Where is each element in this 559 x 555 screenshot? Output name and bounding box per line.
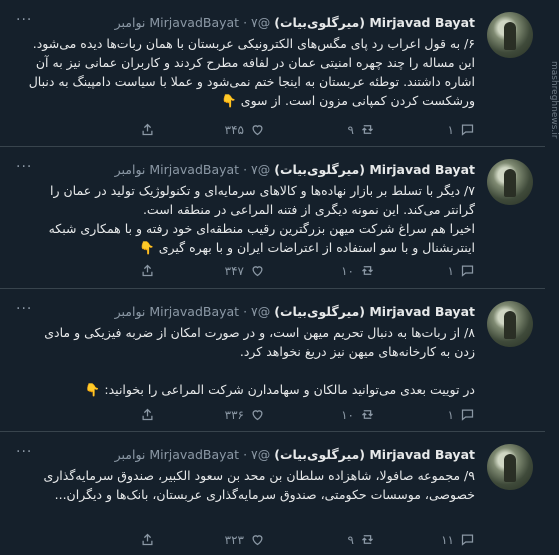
tweet-header: Mirjavad Bayat (میرگلوی‌بیات) @MirjavadB… [115,161,475,179]
display-name[interactable]: Mirjavad Bayat (میرگلوی‌بیات) [274,15,475,30]
tweet-text: ۷/ دیگر با تسلط بر بازار نهاده‌ها و کالا… [48,183,475,255]
share-icon [142,264,153,277]
share-button[interactable] [140,407,155,422]
share-icon [142,408,153,421]
tweet-header: Mirjavad Bayat (میرگلوی‌بیات) @MirjavadB… [115,303,475,321]
retweet-icon [362,535,373,544]
retweet-icon [362,266,373,275]
tweet-actions: ۱ ۱۰ ۳۴۷ [55,263,475,281]
share-button[interactable] [140,263,155,278]
more-icon[interactable]: ··· [16,301,32,317]
display-name[interactable]: Mirjavad Bayat (میرگلوی‌بیات) [274,162,475,177]
reply-icon [461,265,474,277]
tweet-feed: Mirjavad Bayat (میرگلوی‌بیات) @MirjavadB… [0,0,545,555]
avatar[interactable] [487,301,533,347]
like-button[interactable]: ۳۳۶ [225,407,265,422]
reply-icon [461,124,474,136]
like-count: ۳۴۵ [224,122,244,137]
retweet-icon [362,410,373,419]
like-count: ۳۳۶ [224,407,244,422]
reply-button[interactable]: ۱ [448,263,475,278]
retweet-count: ۱۰ [341,263,354,278]
heart-icon [252,125,263,136]
reply-button[interactable]: ۱ [448,407,475,422]
retweet-button[interactable]: ۱۰ [341,263,375,278]
separator-dot: · [243,447,248,462]
separator-dot: · [243,162,248,177]
like-button[interactable]: ۳۴۵ [225,122,265,137]
tweet-text: ۶/ به قول اعراب رد پای مگس‌های الکترونیک… [28,36,475,108]
watermark: mashreghnews.ir [549,61,559,139]
reply-icon [461,409,474,421]
retweet-count: ۱۰ [341,407,354,422]
retweet-button[interactable]: ۹ [348,122,375,137]
tweet-text: ۸/ از ربات‌ها به دنبال تحریم میهن است، و… [44,325,475,397]
separator-dot: · [243,15,248,30]
retweet-button[interactable]: ۹ [348,532,375,547]
reply-count: ۱۱ [441,532,454,547]
like-button[interactable]: ۳۲۳ [225,532,265,547]
tweet-actions: ۱ ۱۰ ۳۳۶ [55,407,475,425]
display-name[interactable]: Mirjavad Bayat (میرگلوی‌بیات) [274,304,475,319]
retweet-button[interactable]: ۱۰ [341,407,375,422]
reply-button[interactable]: ۱ [448,122,475,137]
share-button[interactable] [140,532,155,547]
heart-icon [252,410,263,421]
tweet[interactable]: Mirjavad Bayat (میرگلوی‌بیات) @MirjavadB… [0,0,545,147]
more-icon[interactable]: ··· [16,12,32,28]
retweet-count: ۹ [347,532,354,547]
avatar[interactable] [487,444,533,490]
tweet[interactable]: Mirjavad Bayat (میرگلوی‌بیات) @MirjavadB… [0,289,545,432]
reply-count: ۱ [447,122,454,137]
avatar[interactable] [487,12,533,58]
avatar[interactable] [487,159,533,205]
more-icon[interactable]: ··· [16,159,32,175]
reply-icon [461,534,474,546]
reply-count: ۱ [447,407,454,422]
tweet-header: Mirjavad Bayat (میرگلوی‌بیات) @MirjavadB… [115,14,475,32]
share-button[interactable] [140,122,155,137]
more-icon[interactable]: ··· [16,444,32,460]
like-count: ۳۴۷ [224,263,244,278]
side-strip: mashreghnews.ir [545,0,559,555]
reply-button[interactable]: ۱۱ [441,532,475,547]
heart-icon [252,266,263,277]
heart-icon [252,535,263,546]
retweet-icon [362,125,373,134]
reply-count: ۱ [447,263,454,278]
retweet-count: ۹ [347,122,354,137]
like-button[interactable]: ۳۴۷ [225,263,265,278]
tweet-text: ۹/ مجموعه صافولا، شاهزاده سلطان بن محد ب… [43,468,475,502]
display-name[interactable]: Mirjavad Bayat (میرگلوی‌بیات) [274,447,475,462]
tweet-actions: ۱ ۹ ۳۴۵ [55,122,475,140]
separator-dot: · [243,304,248,319]
share-icon [142,123,153,136]
tweet[interactable]: Mirjavad Bayat (میرگلوی‌بیات) @MirjavadB… [0,147,545,289]
tweet-actions: ۱۱ ۹ ۳۲۳ [55,532,475,550]
like-count: ۳۲۳ [224,532,244,547]
tweet-header: Mirjavad Bayat (میرگلوی‌بیات) @MirjavadB… [115,446,475,464]
tweet[interactable]: Mirjavad Bayat (میرگلوی‌بیات) @MirjavadB… [0,432,545,555]
share-icon [142,533,153,546]
